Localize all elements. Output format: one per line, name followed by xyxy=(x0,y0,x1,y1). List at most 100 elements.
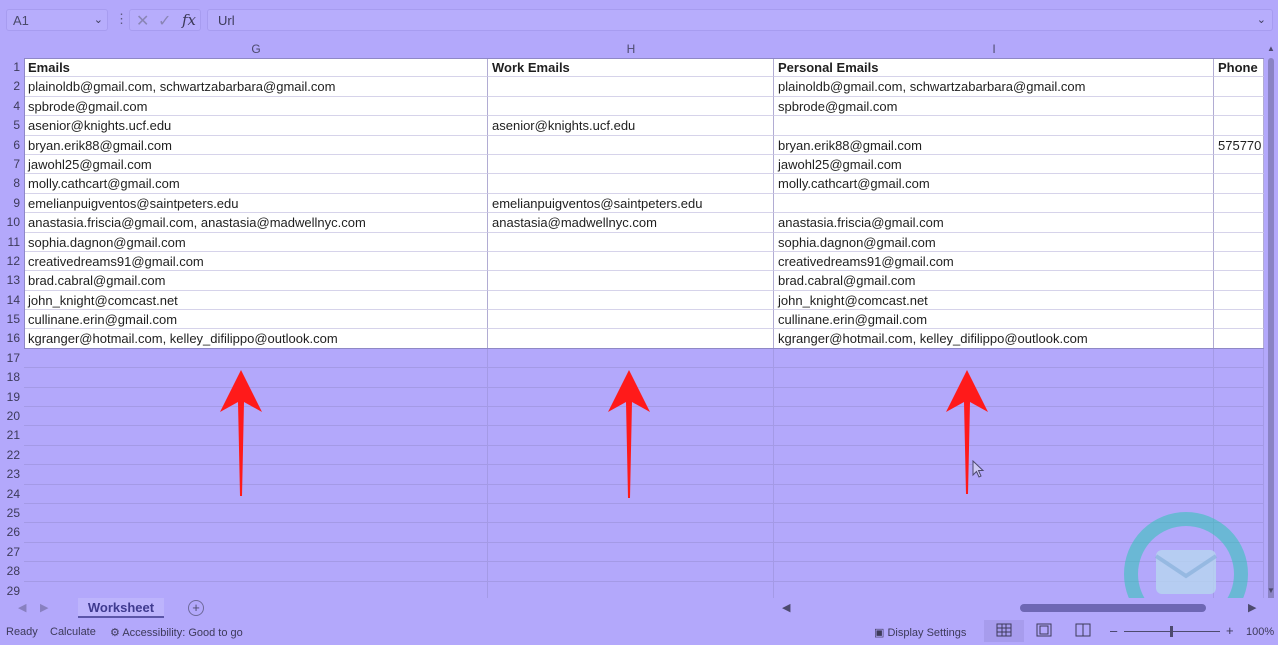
table-cell[interactable]: spbrode@gmail.com xyxy=(774,96,1214,117)
row-header[interactable]: 22 xyxy=(0,446,24,465)
table-cell[interactable] xyxy=(488,135,774,155)
table-cell[interactable] xyxy=(774,193,1214,214)
table-cell[interactable]: plainoldb@gmail.com, schwartzabarbara@gm… xyxy=(774,77,1214,97)
table-cell[interactable] xyxy=(774,368,1214,388)
row-header[interactable]: 1 xyxy=(0,58,24,77)
table-cell[interactable] xyxy=(488,174,774,194)
column-header-i[interactable]: I xyxy=(774,40,1214,58)
row-header[interactable]: 16 xyxy=(0,329,24,348)
table-cell[interactable] xyxy=(1214,310,1264,330)
display-settings[interactable]: ▣ Display Settings xyxy=(874,626,966,639)
table-cell[interactable] xyxy=(1214,407,1264,427)
table-cell[interactable]: creativedreams91@gmail.com xyxy=(24,251,488,272)
table-cell[interactable] xyxy=(1214,426,1264,446)
table-cell[interactable] xyxy=(1214,251,1264,272)
table-cell[interactable] xyxy=(774,407,1214,427)
vertical-scrollbar[interactable]: ▲ ▼ xyxy=(1264,40,1278,606)
table-cell[interactable] xyxy=(774,348,1214,369)
table-cell[interactable]: asenior@knights.ucf.edu xyxy=(488,116,774,136)
table-cell[interactable] xyxy=(488,329,774,349)
table-cell[interactable]: brad.cabral@gmail.com xyxy=(24,271,488,291)
table-cell[interactable]: sophia.dagnon@gmail.com xyxy=(24,232,488,252)
status-calculate[interactable]: Calculate xyxy=(50,626,96,638)
accessibility-status[interactable]: ⚙ Accessibility: Good to go xyxy=(110,626,243,639)
table-cell[interactable] xyxy=(488,348,774,369)
row-header[interactable]: 19 xyxy=(0,388,24,407)
table-cell[interactable] xyxy=(488,251,774,272)
table-cell[interactable]: jawohl25@gmail.com xyxy=(774,154,1214,175)
table-cell[interactable] xyxy=(1214,387,1264,408)
table-cell[interactable]: cullinane.erin@gmail.com xyxy=(24,310,488,330)
table-cell[interactable]: kgranger@hotmail.com, kelley_difilippo@o… xyxy=(24,329,488,349)
table-cell[interactable] xyxy=(488,154,774,175)
row-header[interactable]: 11 xyxy=(0,233,24,252)
table-cell[interactable] xyxy=(1214,329,1264,349)
table-cell[interactable] xyxy=(1214,368,1264,388)
table-cell[interactable] xyxy=(774,387,1214,408)
row-header[interactable]: 25 xyxy=(0,504,24,523)
table-cell[interactable]: molly.cathcart@gmail.com xyxy=(24,174,488,194)
row-header[interactable]: 23 xyxy=(0,465,24,484)
table-cell[interactable] xyxy=(24,348,488,369)
table-cell[interactable] xyxy=(1214,348,1264,369)
table-cell[interactable] xyxy=(488,523,774,543)
row-header[interactable]: 18 xyxy=(0,368,24,387)
table-cell[interactable]: 575770 xyxy=(1214,135,1264,155)
row-header[interactable]: 8 xyxy=(0,174,24,193)
table-cell[interactable] xyxy=(774,445,1214,466)
next-sheet-icon[interactable]: ▶ xyxy=(40,601,48,614)
table-cell[interactable] xyxy=(488,77,774,97)
row-header[interactable]: 15 xyxy=(0,310,24,329)
table-cell[interactable]: bryan.erik88@gmail.com xyxy=(774,135,1214,155)
table-cell[interactable] xyxy=(488,581,774,598)
zoom-out-button[interactable]: – xyxy=(1110,623,1117,638)
table-cell[interactable] xyxy=(774,465,1214,485)
table-cell[interactable]: anastasia.friscia@gmail.com, anastasia@m… xyxy=(24,213,488,233)
table-cell[interactable] xyxy=(774,484,1214,504)
table-cell[interactable] xyxy=(24,562,488,582)
formula-input[interactable]: Url ⌄ xyxy=(207,9,1273,31)
row-header[interactable]: 5 xyxy=(0,116,24,135)
table-cell[interactable] xyxy=(488,562,774,582)
chevron-down-icon[interactable]: ⌄ xyxy=(94,13,103,26)
horizontal-scroll-thumb[interactable] xyxy=(1020,604,1206,612)
row-header[interactable]: 14 xyxy=(0,291,24,310)
zoom-in-button[interactable]: + xyxy=(1226,623,1234,638)
table-cell[interactable]: spbrode@gmail.com xyxy=(24,96,488,117)
cancel-icon[interactable]: ✕ xyxy=(136,11,149,31)
column-header-h[interactable]: H xyxy=(488,40,774,58)
table-cell[interactable] xyxy=(1214,193,1264,214)
row-header[interactable]: 21 xyxy=(0,426,24,445)
table-cell[interactable] xyxy=(774,426,1214,446)
column-title-cell[interactable]: Personal Emails xyxy=(774,58,1214,78)
previous-sheet-icon[interactable]: ◀ xyxy=(18,601,26,614)
row-header[interactable]: 4 xyxy=(0,97,24,116)
table-cell[interactable] xyxy=(488,290,774,311)
table-cell[interactable]: john_knight@comcast.net xyxy=(774,290,1214,311)
row-header[interactable]: 13 xyxy=(0,271,24,290)
insert-function-icon[interactable]: fx xyxy=(182,11,196,29)
name-box[interactable]: A1 ⌄ xyxy=(6,9,108,31)
table-cell[interactable] xyxy=(24,503,488,524)
page-layout-view-icon[interactable] xyxy=(1036,623,1052,637)
normal-view-button[interactable] xyxy=(984,620,1024,642)
table-cell[interactable]: jawohl25@gmail.com xyxy=(24,154,488,175)
row-header[interactable]: 12 xyxy=(0,252,24,271)
table-cell[interactable] xyxy=(1214,213,1264,233)
expand-formula-icon[interactable]: ⌄ xyxy=(1257,13,1266,26)
zoom-slider-thumb[interactable] xyxy=(1170,626,1173,637)
row-header[interactable]: 10 xyxy=(0,213,24,232)
table-cell[interactable] xyxy=(774,116,1214,136)
table-cell[interactable] xyxy=(1214,465,1264,485)
more-options-icon[interactable]: ⋮ xyxy=(115,11,128,27)
table-cell[interactable]: emelianpuigventos@saintpeters.edu xyxy=(488,193,774,214)
row-header[interactable]: 29 xyxy=(0,582,24,598)
scroll-down-icon[interactable]: ▼ xyxy=(1267,586,1275,595)
table-cell[interactable] xyxy=(1214,445,1264,466)
row-header[interactable]: 27 xyxy=(0,543,24,562)
confirm-icon[interactable]: ✓ xyxy=(158,11,171,31)
table-cell[interactable] xyxy=(1214,484,1264,504)
column-title-cell[interactable]: Phone xyxy=(1214,58,1264,78)
table-cell[interactable]: emelianpuigventos@saintpeters.edu xyxy=(24,193,488,214)
table-cell[interactable] xyxy=(1214,154,1264,175)
